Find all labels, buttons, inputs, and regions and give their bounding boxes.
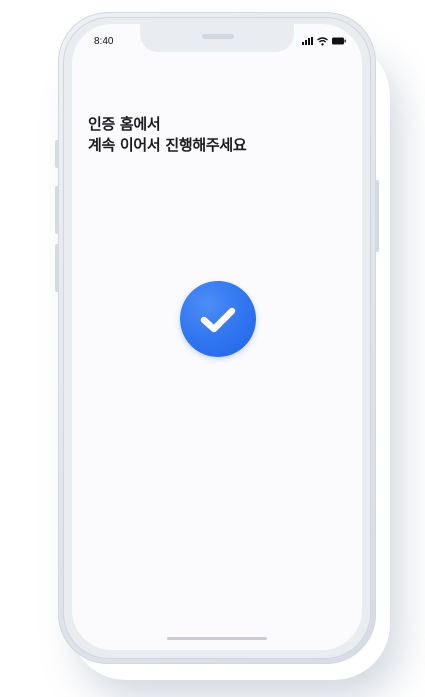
headline-line-2: 계속 이어서 진행해주세요 [88,136,247,154]
battery-icon [332,37,346,45]
notch [140,24,294,52]
signal-icon [302,37,313,45]
speaker-grille [202,34,234,39]
page-title: 인증 홈에서 계속 이어서 진행해주세요 [88,114,247,156]
phone-screen: 8:40 인증 홈에서 계속 이어서 진행해주세요 [72,24,362,650]
home-indicator[interactable] [167,637,267,640]
page: 8:40 인증 홈에서 계속 이어서 진행해주세요 [0,0,425,697]
status-icons [302,36,346,46]
headline-line-1: 인증 홈에서 [88,115,161,133]
checkmark-icon [180,281,256,357]
wifi-icon [317,36,328,46]
status-time: 8:40 [94,36,114,47]
